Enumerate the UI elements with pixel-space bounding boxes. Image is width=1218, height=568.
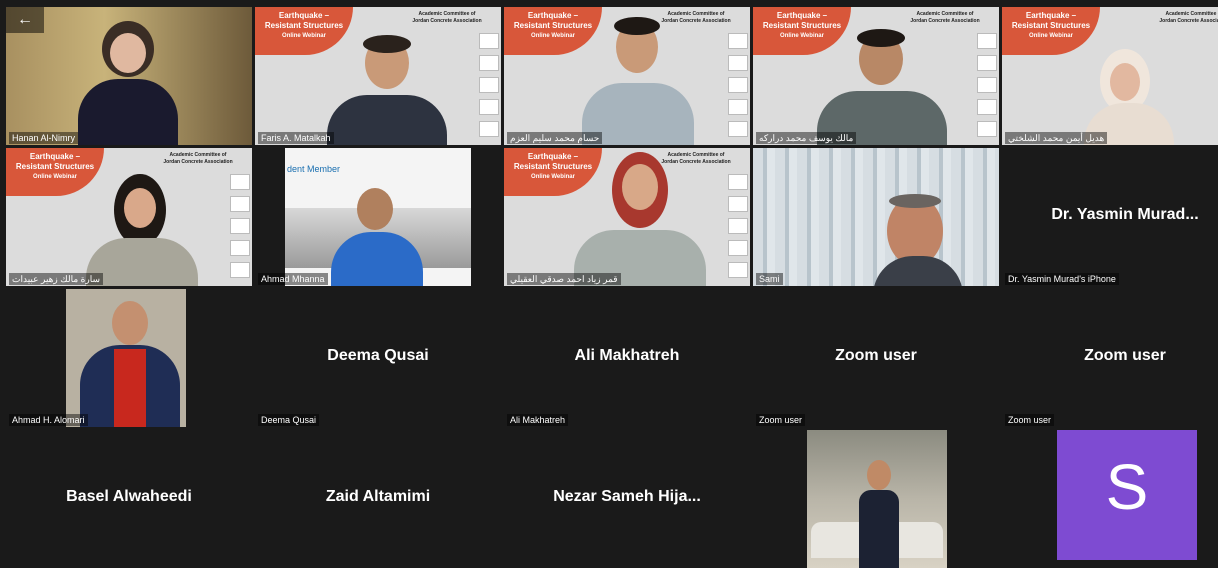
participant-tile[interactable]: Dr. Yasmin Murad... Dr. Yasmin Murad's i… — [1002, 148, 1218, 286]
participant-tile[interactable]: Earthquake – Resistant Structures Online … — [255, 7, 501, 145]
webinar-banner: Earthquake – Resistant Structures Online … — [255, 7, 353, 55]
participant-name: مالك يوسف محمد دراركه — [756, 132, 857, 144]
sponsor-logos — [728, 174, 748, 284]
webinar-banner: Earthquake – Resistant Structures Online … — [504, 148, 602, 196]
participant-name: Ali Makhatreh — [507, 414, 569, 426]
participant-tile[interactable]: Earthquake – Resistant Structures Online … — [504, 7, 750, 145]
participant-display-name: Dr. Yasmin Murad... — [1051, 206, 1199, 223]
association-label: Academic Committee of Jordan Concrete Ass… — [661, 11, 731, 24]
webinar-banner: Earthquake – Resistant Structures Online … — [753, 7, 851, 55]
participant-display-name: Basel Alwaheedi — [66, 488, 192, 505]
participant-tile[interactable]: Sami — [753, 148, 999, 286]
association-label: Academic Committee of Jordan Concrete Ass… — [910, 11, 980, 24]
participant-tile[interactable]: dent Member Ahmad Mhanna — [255, 148, 501, 286]
participant-tile[interactable]: Earthquake – Resistant Structures Online … — [753, 7, 999, 145]
webinar-banner: Earthquake – Resistant Structures Online … — [504, 7, 602, 55]
participant-tile[interactable]: Earthquake – Resistant Structures Online … — [1002, 7, 1218, 145]
participant-name: حسام محمد سليم العزم — [507, 132, 603, 144]
participant-tile[interactable]: Zoom user Zoom user — [753, 289, 999, 427]
webinar-banner: Earthquake – Resistant Structures Online … — [1002, 7, 1100, 55]
participant-display-name: Zoom user — [835, 347, 917, 364]
participant-tile[interactable]: Zaid Altamimi — [255, 430, 501, 568]
avatar-letter: S — [1105, 451, 1149, 523]
association-label: Academic Committee of Jordan Concrete Ass… — [1159, 11, 1218, 24]
slide-overlay-text: dent Member — [287, 164, 341, 174]
participant-tile[interactable]: Ahmad H. Alomari — [6, 289, 252, 427]
participant-display-name: Zoom user — [1084, 347, 1166, 364]
participant-tile[interactable] — [753, 430, 999, 568]
sponsor-logos — [230, 174, 250, 284]
participant-tile[interactable]: S — [1002, 430, 1218, 568]
participant-name: سارة مالك زهير عبيدات — [9, 273, 104, 285]
participant-display-name: Nezar Sameh Hija... — [553, 488, 701, 505]
participant-name: Zoom user — [1005, 414, 1055, 426]
participant-name: Faris A. Matalkah — [258, 132, 334, 144]
participant-name: Ahmad H. Alomari — [9, 414, 88, 426]
participant-name: قمر زياد احمد صدقي العقيلي — [507, 273, 621, 285]
sponsor-logos — [728, 33, 748, 143]
participant-name: Hanan Al-Nimry — [9, 132, 79, 144]
participant-tile[interactable]: Ali Makhatreh Ali Makhatreh — [504, 289, 750, 427]
video-grid: ← Hanan Al-Nimry Earthquake – Resistant S… — [6, 7, 1218, 568]
participant-name: Sami — [756, 273, 783, 285]
association-label: Academic Committee of Jordan Concrete Ass… — [163, 152, 233, 165]
participant-name: Ahmad Mhanna — [258, 273, 328, 285]
participant-tile[interactable]: Basel Alwaheedi — [6, 430, 252, 568]
participant-tile[interactable]: Zoom user Zoom user — [1002, 289, 1218, 427]
sponsor-logos — [479, 33, 499, 143]
participant-tile[interactable]: Deema Qusai Deema Qusai — [255, 289, 501, 427]
participant-name: هديل أيمن محمد الشلختي — [1005, 132, 1108, 144]
participant-display-name: Deema Qusai — [327, 347, 429, 364]
participant-name: Dr. Yasmin Murad's iPhone — [1005, 273, 1119, 285]
back-arrow-icon[interactable]: ← — [6, 7, 44, 33]
participant-tile[interactable]: Nezar Sameh Hija... — [504, 430, 750, 568]
participant-name: Zoom user — [756, 414, 806, 426]
participant-tile[interactable]: Earthquake – Resistant Structures Online … — [504, 148, 750, 286]
association-label: Academic Committee of Jordan Concrete Ass… — [412, 11, 482, 24]
participant-display-name: Zaid Altamimi — [325, 488, 431, 505]
participant-display-name: Ali Makhatreh — [574, 347, 680, 364]
participant-tile[interactable]: Earthquake – Resistant Structures Online … — [6, 148, 252, 286]
participant-tile[interactable]: ← Hanan Al-Nimry — [6, 7, 252, 145]
participant-name: Deema Qusai — [258, 414, 320, 426]
sponsor-logos — [977, 33, 997, 143]
webinar-banner: Earthquake – Resistant Structures Online … — [6, 148, 104, 196]
